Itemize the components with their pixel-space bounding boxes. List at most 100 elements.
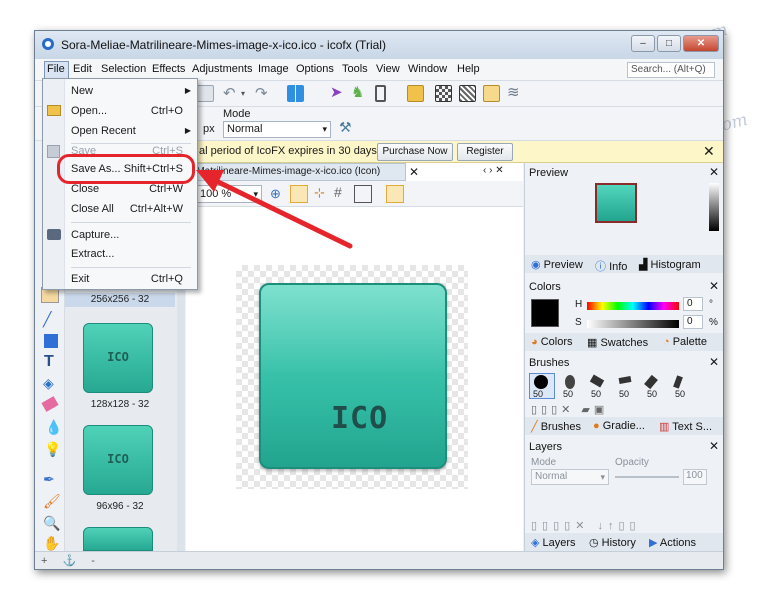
eraser-tool-icon[interactable] bbox=[41, 396, 59, 412]
tab-nav-icon[interactable]: ‹ › ✕ bbox=[483, 165, 504, 176]
trial-message: al period of IcoFX expires in 30 days. bbox=[199, 145, 380, 157]
menu-adjustments[interactable]: Adjustments bbox=[192, 63, 253, 75]
dodge-tool-icon[interactable]: 💡 bbox=[44, 441, 61, 458]
redo-icon[interactable]: ↷ bbox=[255, 84, 268, 102]
thumbnail-icon-text: ICO bbox=[107, 452, 129, 466]
menu-selection[interactable]: Selection bbox=[101, 63, 146, 75]
magic-wand-icon[interactable]: ⚒ bbox=[339, 119, 352, 136]
tab-actions[interactable]: ▶ Actions bbox=[649, 536, 696, 549]
tab-info[interactable]: ⓘ Info bbox=[595, 258, 627, 274]
grid-bg-icon[interactable] bbox=[483, 85, 500, 102]
tab-colors[interactable]: ◕ Colors bbox=[531, 336, 573, 348]
layers-title: Layers bbox=[529, 441, 563, 453]
undo-icon[interactable]: ↶ bbox=[223, 84, 236, 102]
thumbnail-next[interactable] bbox=[83, 527, 153, 551]
tab-colors-label: Colors bbox=[540, 336, 573, 348]
mode-select[interactable]: Normal ▾ bbox=[223, 121, 331, 138]
menu-separator bbox=[71, 267, 191, 268]
cursor-icon[interactable]: ➤ bbox=[330, 83, 343, 101]
menu-item-extract[interactable]: Extract... bbox=[43, 244, 197, 264]
icon-canvas[interactable]: ICO bbox=[259, 283, 447, 469]
h-value[interactable]: 0 bbox=[683, 297, 703, 311]
thumbnail-128[interactable]: ICO bbox=[83, 323, 153, 393]
layers-stack-icon[interactable]: ≋ bbox=[507, 83, 520, 101]
preview-toggle-icon[interactable] bbox=[386, 185, 404, 203]
undo-dropdown-icon[interactable]: ▾ bbox=[241, 89, 245, 98]
tab-text-styles[interactable]: ▥ Text S... bbox=[659, 420, 712, 433]
close-brushes-icon[interactable]: ✕ bbox=[709, 355, 719, 369]
phone-icon[interactable] bbox=[375, 85, 386, 102]
brush-actions-icons[interactable]: ▯▯▯✕ ▰▣ bbox=[531, 403, 608, 416]
close-colors-icon[interactable]: ✕ bbox=[709, 279, 719, 293]
tab-gradients[interactable]: ● Gradie... bbox=[593, 420, 645, 432]
tab-preview-label: Preview bbox=[543, 259, 583, 271]
windows-icon[interactable] bbox=[287, 85, 304, 102]
search-input[interactable]: Search... (Alt+Q) bbox=[627, 62, 715, 78]
opacity-slider[interactable] bbox=[615, 476, 679, 478]
layers-mode-select[interactable]: Normal ▾ bbox=[531, 469, 609, 485]
opacity-value[interactable]: 100 bbox=[683, 469, 707, 485]
blur-tool-icon[interactable]: 💧 bbox=[45, 419, 62, 436]
menu-tools[interactable]: Tools bbox=[342, 63, 368, 75]
menu-item-capture[interactable]: Capture... bbox=[43, 225, 197, 245]
menu-help[interactable]: Help bbox=[457, 63, 480, 75]
menu-window[interactable]: Window bbox=[408, 63, 447, 75]
file-menu-dropdown: New ▶ Open... Ctrl+O Open Recent ▶ Save Ctrl… bbox=[42, 78, 198, 290]
tab-palette-label: Palette bbox=[672, 336, 707, 348]
register-button[interactable]: Register bbox=[457, 143, 513, 161]
thumbnail-label: 96x96 - 32 bbox=[96, 501, 144, 512]
close-button[interactable]: ✕ bbox=[683, 35, 719, 52]
menu-view[interactable]: View bbox=[376, 63, 400, 75]
status-icons[interactable]: + ⚓ - bbox=[41, 554, 101, 567]
rectangle-tool-icon[interactable] bbox=[44, 334, 58, 348]
purchase-now-button[interactable]: Purchase Now bbox=[377, 143, 453, 161]
layer-actions-icons[interactable]: ▯▯▯▯✕ ↓↑▯▯ bbox=[531, 519, 641, 532]
hand-tool-icon[interactable]: ✋ bbox=[43, 535, 60, 552]
brush-thin-icon bbox=[673, 375, 683, 389]
preview-image bbox=[595, 183, 637, 223]
menu-item-new[interactable]: New ▶ bbox=[43, 81, 197, 101]
tab-palette[interactable]: ◔ Palette bbox=[663, 336, 707, 348]
line-tool-icon[interactable]: ╱ bbox=[43, 311, 51, 328]
close-trial-icon[interactable]: ✕ bbox=[703, 143, 715, 160]
close-preview-icon[interactable]: ✕ bbox=[709, 165, 719, 179]
menu-item-label: Exit bbox=[71, 273, 90, 285]
eyedropper-tool-icon[interactable]: ✒ bbox=[43, 471, 55, 488]
menu-effects[interactable]: Effects bbox=[152, 63, 185, 75]
menu-image[interactable]: Image bbox=[258, 63, 289, 75]
android-icon[interactable]: ♞ bbox=[351, 83, 364, 101]
layers-tabs: ◈ Layers ◷ History ▶ Actions bbox=[525, 533, 723, 551]
new-doc-icon[interactable] bbox=[197, 85, 214, 102]
menu-item-close-all[interactable]: Close All Ctrl+Alt+W bbox=[43, 199, 197, 219]
tab-history[interactable]: ◷ History bbox=[589, 536, 636, 549]
foreground-color-swatch[interactable] bbox=[531, 299, 559, 327]
stripes-bg-icon[interactable] bbox=[459, 85, 476, 102]
menu-edit[interactable]: Edit bbox=[73, 63, 92, 75]
menu-options[interactable]: Options bbox=[296, 63, 334, 75]
save-as-highlight bbox=[57, 154, 195, 184]
maximize-button[interactable]: □ bbox=[657, 35, 681, 52]
image-icon[interactable] bbox=[407, 85, 424, 102]
brush-tool-icon[interactable]: 🖌 bbox=[43, 493, 61, 510]
minimize-button[interactable]: – bbox=[631, 35, 655, 52]
thumbnail-96[interactable]: ICO bbox=[83, 425, 153, 495]
hue-slider[interactable] bbox=[587, 302, 679, 310]
tab-histogram[interactable]: ▟ Histogram bbox=[639, 258, 701, 271]
close-layers-icon[interactable]: ✕ bbox=[709, 439, 719, 453]
s-value[interactable]: 0 bbox=[683, 315, 703, 329]
menu-item-open[interactable]: Open... Ctrl+O bbox=[43, 101, 197, 121]
fill-tool-icon[interactable]: ◈ bbox=[43, 375, 54, 392]
checker-bg-icon[interactable] bbox=[435, 85, 452, 102]
text-tool-icon[interactable]: T bbox=[44, 353, 54, 371]
tab-preview[interactable]: ◉ Preview bbox=[531, 258, 583, 271]
menu-item-exit[interactable]: Exit Ctrl+Q bbox=[43, 269, 197, 289]
brush-size: 50 bbox=[591, 389, 602, 399]
tab-swatches[interactable]: ▦ Swatches bbox=[587, 336, 648, 349]
tab-brushes[interactable]: ╱ Brushes bbox=[531, 420, 581, 433]
menu-item-open-recent[interactable]: Open Recent ▶ bbox=[43, 121, 197, 141]
menu-file[interactable]: File bbox=[47, 63, 65, 75]
zoom-tool-icon[interactable]: 🔍 bbox=[43, 515, 60, 532]
tab-layers[interactable]: ◈ Layers bbox=[531, 536, 576, 549]
close-tab-icon[interactable]: ✕ bbox=[409, 165, 419, 179]
saturation-slider[interactable] bbox=[587, 320, 679, 328]
